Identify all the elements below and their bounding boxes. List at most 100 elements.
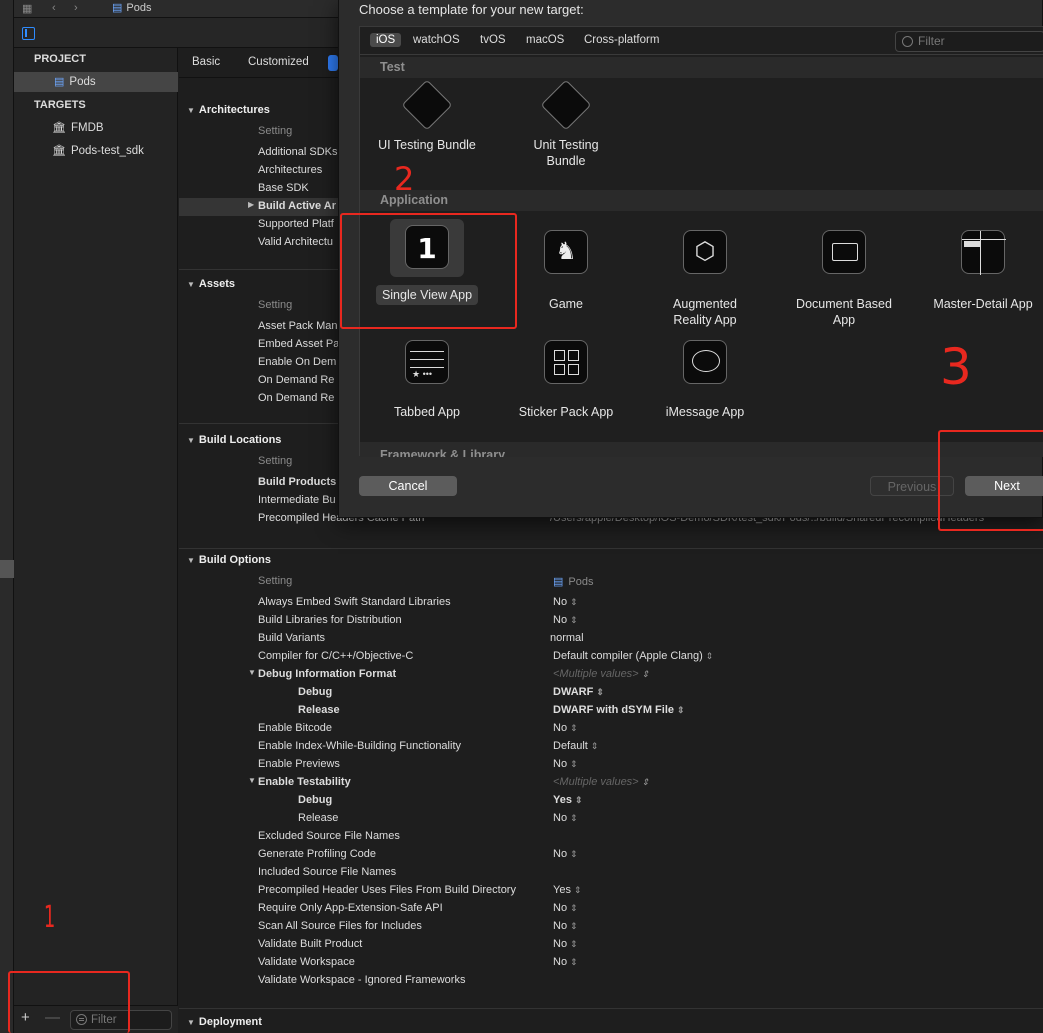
setting-row[interactable]: Included Source File Names: [179, 864, 1043, 882]
setting-row[interactable]: Compiler for C/C++/Objective-C Default co…: [179, 648, 1043, 666]
setting-row[interactable]: Build Variants normal: [179, 630, 1043, 648]
tab-all-selected[interactable]: [328, 55, 338, 71]
setting-row[interactable]: Build Libraries for Distribution No ⇕: [179, 612, 1043, 630]
section-architectures[interactable]: Architectures: [187, 104, 270, 116]
section-assets[interactable]: Assets: [187, 278, 235, 290]
setting-row[interactable]: Enable Previews No ⇕: [179, 756, 1043, 774]
platform-tab-macos[interactable]: macOS: [520, 33, 570, 47]
column-setting: Setting: [258, 575, 293, 587]
template-game[interactable]: ♞ Game: [496, 230, 636, 312]
setting-value[interactable]: normal: [550, 632, 584, 644]
editor-toolbar: [14, 18, 344, 48]
breadcrumb[interactable]: ▤ Pods: [112, 1, 151, 14]
setting-value[interactable]: Yes ⇕: [553, 884, 582, 896]
setting-value-text: No: [553, 596, 568, 608]
setting-value[interactable]: Yes ⇕: [553, 794, 583, 806]
setting-row[interactable]: Validate Built Product No ⇕: [179, 936, 1043, 954]
setting-name: Compiler for C/C++/Objective-C: [258, 650, 414, 662]
setting-value[interactable]: No ⇕: [553, 920, 578, 932]
project-item-pods[interactable]: ▤ Pods: [14, 72, 178, 92]
divider: [179, 1008, 1043, 1009]
disclosure-triangle-icon[interactable]: ▼: [248, 776, 256, 785]
template-document-based-app[interactable]: Document Based App: [774, 230, 914, 328]
setting-row[interactable]: Validate Workspace - Ignored Frameworks: [179, 972, 1043, 990]
setting-value[interactable]: No ⇕: [553, 722, 578, 734]
setting-row[interactable]: Debug Yes ⇕: [179, 792, 1043, 810]
setting-row[interactable]: Enable Index-While-Building Functionalit…: [179, 738, 1043, 756]
template-unit-testing-bundle[interactable]: Unit Testing Bundle: [496, 79, 636, 169]
setting-row[interactable]: Excluded Source File Names: [179, 828, 1043, 846]
back-chevron-icon[interactable]: ‹: [52, 2, 56, 14]
template-label: Document Based App: [796, 297, 892, 327]
forward-chevron-icon[interactable]: ›: [74, 2, 78, 14]
left-window-strip: [0, 0, 14, 1033]
setting-row[interactable]: Always Embed Swift Standard Libraries No ⇕: [179, 594, 1043, 612]
cancel-button[interactable]: Cancel: [359, 476, 457, 496]
sidebar-toggle-icon[interactable]: [22, 27, 35, 40]
setting-name: On Demand Re: [258, 392, 335, 404]
setting-row[interactable]: Release DWARF with dSYM File ⇕: [179, 702, 1043, 720]
setting-value[interactable]: DWARF with dSYM File ⇕: [553, 704, 685, 716]
section-build-options[interactable]: Build Options: [187, 554, 271, 566]
popup-chevron-icon: ⇕: [570, 759, 578, 769]
setting-row[interactable]: ▼ Debug Information Format <Multiple value…: [179, 666, 1043, 684]
platform-tab-cross-platform[interactable]: Cross-platform: [578, 33, 665, 47]
setting-value[interactable]: Default ⇕: [553, 740, 598, 752]
setting-row[interactable]: Require Only App-Extension-Safe API No ⇕: [179, 900, 1043, 918]
platform-tab-watchos[interactable]: watchOS: [407, 33, 466, 47]
template-sticker-pack-app[interactable]: Sticker Pack App: [496, 340, 636, 420]
project-file-icon: ▤: [553, 576, 564, 588]
setting-value[interactable]: DWARF ⇕: [553, 686, 604, 698]
target-item-pods-test-sdk[interactable]: 🏛 Pods-test_sdk: [14, 141, 178, 161]
targets-header: TARGETS: [34, 99, 86, 111]
setting-value[interactable]: No ⇕: [553, 848, 578, 860]
grid-icon[interactable]: ▦: [22, 2, 32, 15]
sticker-grid-icon: [544, 340, 588, 384]
setting-value[interactable]: No ⇕: [553, 938, 578, 950]
template-tabbed-app[interactable]: ★ ••• Tabbed App: [357, 340, 497, 420]
setting-row[interactable]: Release No ⇕: [179, 810, 1043, 828]
setting-value[interactable]: No ⇕: [553, 812, 578, 824]
disclosure-triangle-icon[interactable]: ▶: [248, 200, 254, 209]
column-setting: Setting: [258, 125, 293, 137]
setting-row[interactable]: Scan All Source Files for Includes No ⇕: [179, 918, 1043, 936]
setting-value[interactable]: No ⇕: [553, 902, 578, 914]
setting-row[interactable]: Debug DWARF ⇕: [179, 684, 1043, 702]
setting-row[interactable]: Generate Profiling Code No ⇕: [179, 846, 1043, 864]
setting-row[interactable]: ▼ Enable Testability <Multiple values> ⇕: [179, 774, 1043, 792]
template-augmented-reality-app[interactable]: ⬡ Augmented Reality App: [635, 230, 775, 328]
section-build-locations[interactable]: Build Locations: [187, 434, 282, 446]
target-item-fmdb[interactable]: 🏛 FMDB: [14, 118, 178, 138]
setting-row[interactable]: Enable Bitcode No ⇕: [179, 720, 1043, 738]
template-filter-input[interactable]: Filter: [895, 31, 1043, 52]
template-master-detail-app[interactable]: Master-Detail App: [913, 230, 1043, 312]
disclosure-triangle-icon[interactable]: ▼: [248, 668, 256, 677]
column-pods: ▤ Pods: [553, 575, 593, 588]
popup-chevron-icon: ⇕: [570, 723, 578, 733]
setting-value[interactable]: No ⇕: [553, 956, 578, 968]
setting-value[interactable]: Default compiler (Apple Clang) ⇕: [553, 650, 713, 662]
section-deployment[interactable]: Deployment: [187, 1016, 262, 1028]
setting-value[interactable]: <Multiple values> ⇕: [553, 776, 649, 788]
project-file-icon: ▤: [112, 2, 123, 14]
setting-value[interactable]: <Multiple values> ⇕: [553, 668, 649, 680]
popup-chevron-icon: ⇕: [677, 705, 685, 715]
template-ui-testing-bundle[interactable]: UI Testing Bundle: [357, 79, 497, 153]
setting-name: Debug Information Format: [258, 668, 397, 680]
project-file-icon: ▤: [54, 76, 65, 88]
game-icon: ♞: [544, 230, 588, 274]
setting-value-text: No: [553, 902, 568, 914]
tab-basic[interactable]: Basic: [192, 56, 220, 68]
popup-chevron-icon: ⇕: [590, 741, 599, 751]
setting-value[interactable]: No ⇕: [553, 758, 578, 770]
popup-chevron-icon: ⇕: [573, 885, 582, 895]
setting-name: Always Embed Swift Standard Libraries: [258, 596, 451, 608]
template-imessage-app[interactable]: iMessage App: [635, 340, 775, 420]
platform-tab-ios[interactable]: iOS: [370, 33, 402, 47]
setting-value[interactable]: No ⇕: [553, 614, 578, 626]
platform-tab-tvos[interactable]: tvOS: [474, 33, 512, 47]
tab-customized[interactable]: Customized: [248, 56, 309, 68]
setting-row[interactable]: Validate Workspace No ⇕: [179, 954, 1043, 972]
setting-value[interactable]: No ⇕: [553, 596, 578, 608]
setting-row[interactable]: Precompiled Header Uses Files From Build…: [179, 882, 1043, 900]
